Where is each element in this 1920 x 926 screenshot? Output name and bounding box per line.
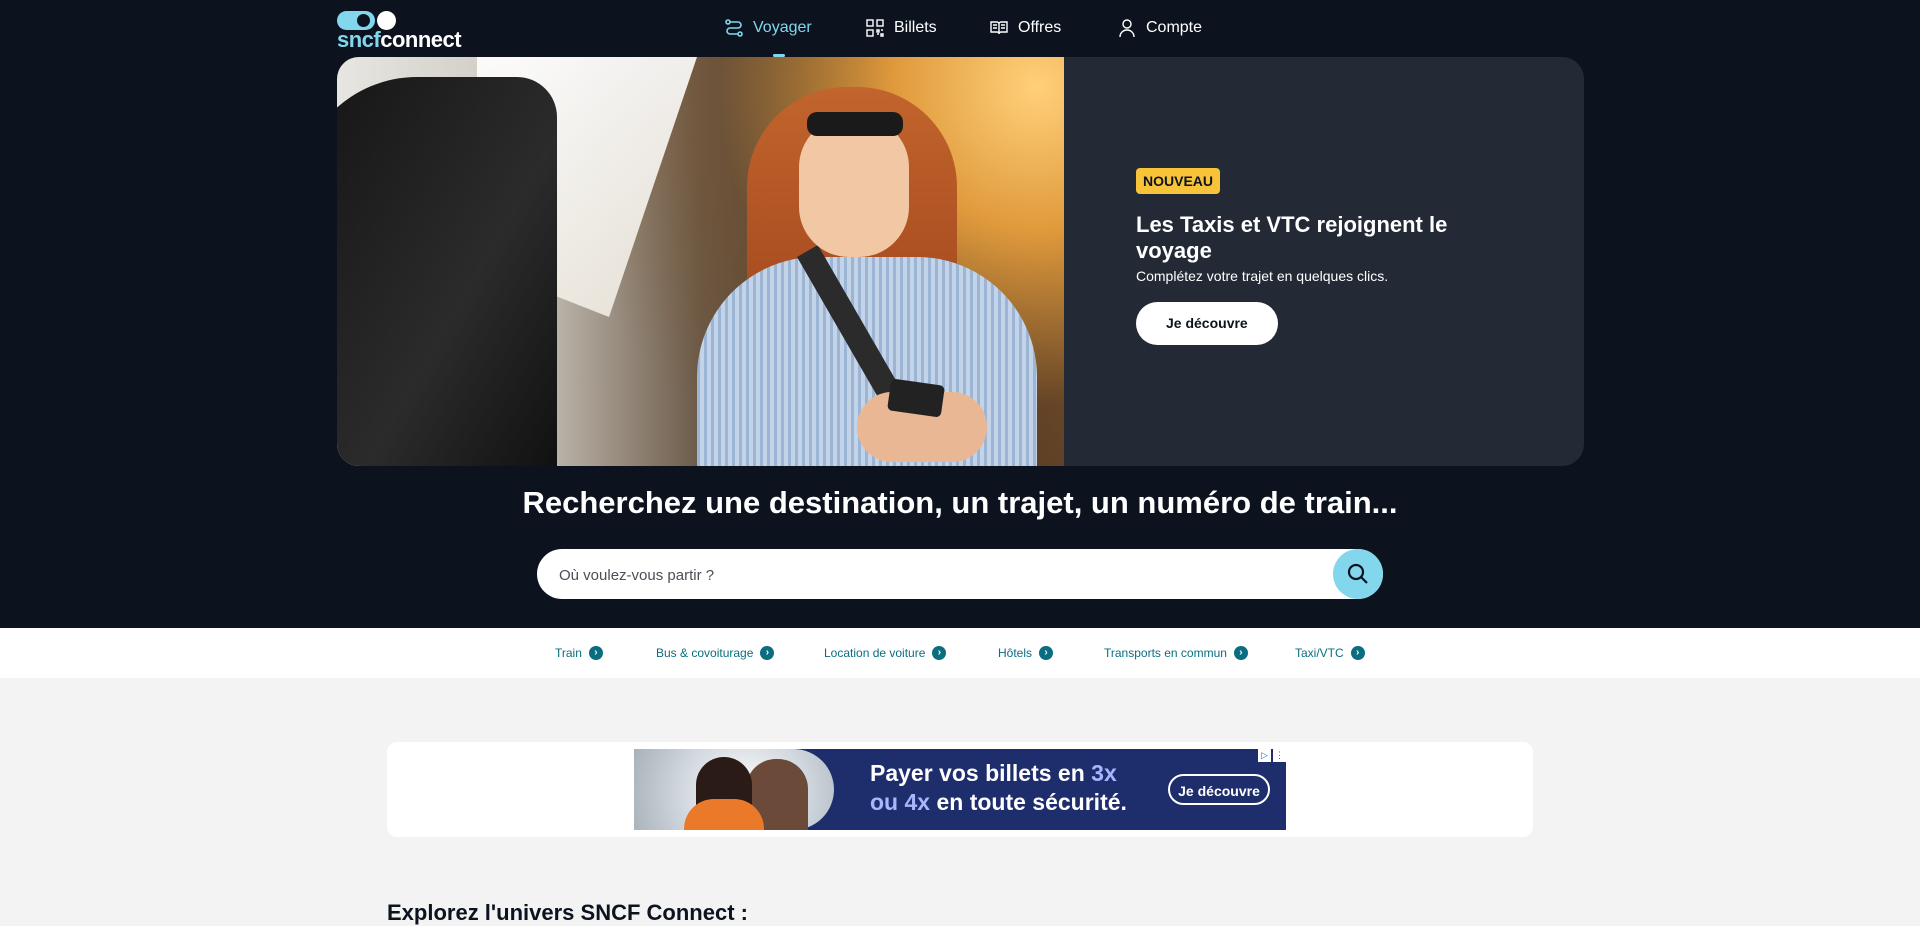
nav-voyager-label: Voyager xyxy=(753,19,812,36)
ad-banner[interactable]: Payer vos billets en 3x ou 4x en toute s… xyxy=(634,749,1286,830)
hero-title: Les Taxis et VTC rejoignent le voyage xyxy=(1136,212,1448,263)
ad-headline: Payer vos billets en 3x ou 4x en toute s… xyxy=(870,760,1127,815)
logo-wordmark: sncfconnect xyxy=(337,27,462,52)
hero-content: NOUVEAU Les Taxis et VTC rejoignent le v… xyxy=(1136,168,1496,345)
hero-cta-button[interactable]: Je découvre xyxy=(1136,302,1278,345)
chevron-right-icon: › xyxy=(1039,646,1054,660)
category-label: Bus & covoiturage xyxy=(656,646,754,660)
ad-menu-icon[interactable]: ⋮ xyxy=(1273,749,1286,762)
chevron-right-icon: › xyxy=(1350,646,1365,660)
book-icon xyxy=(990,21,1008,35)
search-button[interactable] xyxy=(1333,549,1383,599)
category-label: Train xyxy=(555,646,582,660)
qr-code-icon xyxy=(866,19,884,37)
category-taxi-vtc[interactable]: Taxi/VTC › xyxy=(1295,628,1365,678)
category-label: Taxi/VTC xyxy=(1295,646,1344,660)
category-label: Transports en commun xyxy=(1104,646,1227,660)
chevron-right-icon: › xyxy=(760,646,775,660)
hero-photo-woman-in-car xyxy=(337,57,1064,466)
category-bar: Train › Bus & covoiturage › Location de … xyxy=(0,628,1920,678)
category-bus-covoiturage[interactable]: Bus & covoiturage › xyxy=(656,628,775,678)
search-box xyxy=(537,549,1383,601)
category-train[interactable]: Train › xyxy=(555,628,603,678)
user-icon xyxy=(1119,19,1135,38)
ad-choices-icon[interactable]: ▷ xyxy=(1258,749,1271,762)
chevron-right-icon: › xyxy=(932,646,947,660)
search-input[interactable] xyxy=(557,549,1321,601)
chevron-right-icon: › xyxy=(1233,646,1248,660)
category-transports-commun[interactable]: Transports en commun › xyxy=(1104,628,1248,678)
category-location-voiture[interactable]: Location de voiture › xyxy=(824,628,947,678)
sncf-connect-logo[interactable]: sncfconnect xyxy=(337,10,462,52)
nav-offres-label: Offres xyxy=(1018,19,1062,36)
nav-billets[interactable]: Billets xyxy=(865,16,937,40)
explore-heading: Explorez l'univers SNCF Connect : xyxy=(387,900,748,925)
ad-choices[interactable]: ▷ ⋮ xyxy=(1258,749,1286,762)
nav-billets-label: Billets xyxy=(894,19,937,36)
chevron-right-icon: › xyxy=(588,646,603,660)
category-hotels[interactable]: Hôtels › xyxy=(998,628,1054,678)
nav-compte[interactable]: Compte xyxy=(1117,16,1202,40)
search-heading: Recherchez une destination, un trajet, u… xyxy=(522,485,1398,520)
ad-cta-button[interactable]: Je découvre xyxy=(1168,774,1270,805)
ad-photo xyxy=(634,749,834,830)
nav-voyager[interactable]: Voyager xyxy=(724,16,812,40)
nav-compte-label: Compte xyxy=(1146,19,1203,36)
new-badge: NOUVEAU xyxy=(1136,168,1221,194)
route-icon xyxy=(725,19,743,37)
search-icon xyxy=(1347,563,1368,584)
hero-subtitle: Complétez votre trajet en quelques clics… xyxy=(1136,268,1389,284)
category-label: Location de voiture xyxy=(824,646,926,660)
category-label: Hôtels xyxy=(998,646,1033,660)
nav-offres[interactable]: Offres xyxy=(989,16,1061,40)
